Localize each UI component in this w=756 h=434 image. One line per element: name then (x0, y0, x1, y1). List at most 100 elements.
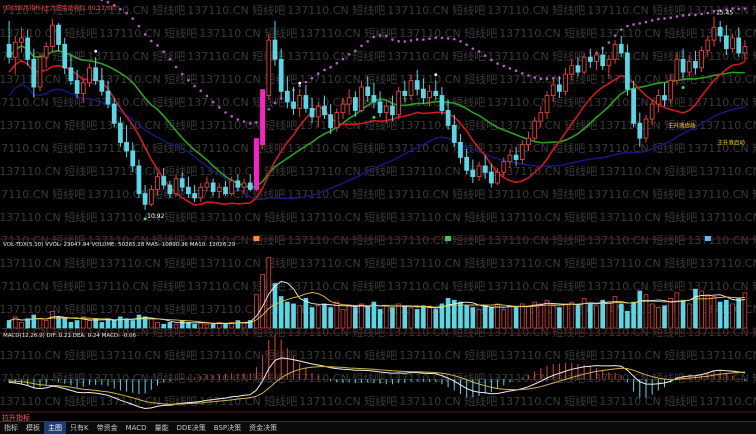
volume-bar (668, 297, 674, 329)
band-dot (100, 0, 104, 2)
candle-body (544, 95, 550, 114)
band-dot (347, 52, 351, 56)
volume-bar (340, 309, 346, 329)
band-dot (415, 38, 419, 41)
watermark-text: 137110.CN 短线吧 (187, 371, 285, 385)
macd-legend: MACD(12,26,9) DIF: 0.21 DEA: 0.24 MACD: … (3, 333, 136, 339)
band-dot (502, 64, 506, 68)
volume-bar (476, 309, 482, 329)
watermark-text: 137110.CN 短线吧 (287, 187, 385, 201)
band-dot (143, 33, 147, 36)
tab-2[interactable]: 主图 (44, 422, 66, 434)
volume-bar (223, 323, 228, 329)
band-dot (391, 38, 394, 41)
volume-bar (680, 299, 686, 329)
band-dot (459, 40, 462, 43)
volume-bar (643, 294, 649, 329)
candle-body (371, 95, 377, 103)
watermark-text: 137110.CN 短线吧 (487, 3, 585, 17)
candle-body (12, 41, 18, 58)
macd-histogram (8, 334, 746, 398)
band-dot (613, 34, 617, 37)
candle-body (377, 101, 383, 114)
candle-body (173, 178, 179, 195)
volume-bar (62, 318, 68, 329)
candle-body (408, 80, 414, 96)
watermark-text: 137110.CN 短线吧 (299, 210, 397, 224)
candle-body (105, 90, 111, 105)
volume-bar (631, 301, 636, 329)
band-dot (737, 7, 741, 11)
candle-body (198, 186, 204, 199)
watermark-text: 137110.CN 短线吧 (0, 26, 97, 40)
candle-body (266, 39, 272, 96)
band-dot (248, 122, 252, 125)
band-dot (619, 28, 623, 31)
candle-body (322, 105, 327, 116)
band-dot (440, 36, 444, 40)
band-dot (174, 65, 178, 69)
tab-0[interactable]: 指标 (0, 422, 22, 434)
tab-9[interactable]: 资金决策 (245, 422, 281, 434)
volume-bar (656, 307, 661, 329)
band-dot (162, 50, 165, 54)
watermark-text: 137110.CN 短线吧 (399, 256, 497, 270)
watermark-text: 137110.CN 短线吧 (387, 279, 485, 293)
candle-body (37, 56, 43, 88)
watermark-text: 137110.CN 短线吧 (399, 164, 497, 178)
candle-body (80, 82, 86, 94)
watermark-text: 137110.CN 短线吧 (587, 187, 685, 201)
candle-body (686, 60, 692, 73)
band-dot (477, 50, 481, 53)
watermark-text: 137110.CN 短线吧 (387, 187, 485, 201)
tab-3[interactable]: 只有K (66, 422, 93, 434)
volume-bar (19, 322, 24, 329)
tab-5[interactable]: MACD (122, 422, 151, 434)
high-price-label: 15.45 (716, 10, 733, 17)
candle-body (451, 124, 457, 143)
watermark-text: 137110.CN 短线吧 (287, 49, 385, 63)
watermark-text: 137110.CN 短线吧 (87, 279, 185, 293)
band-dot (632, 23, 635, 26)
candle-body (637, 122, 643, 139)
tab-8[interactable]: BSP决策 (210, 422, 245, 434)
volume-bar (674, 292, 680, 329)
volume-bar (210, 323, 216, 329)
watermark-text: 137110.CN 短线吧 (0, 279, 85, 293)
tab-1[interactable]: 模板 (22, 422, 44, 434)
volume-bar (37, 318, 43, 329)
volume-bar (519, 303, 525, 329)
volume-bar (303, 297, 309, 329)
candle-body (56, 24, 61, 45)
band-dot (304, 80, 308, 84)
tab-7[interactable]: DDE决策 (173, 422, 210, 434)
band-dot (224, 111, 227, 114)
watermark-text: 137110.CN 短线吧 (599, 164, 697, 178)
band-dot (409, 39, 413, 42)
watermark-text: 137110.CN 短线吧 (287, 3, 385, 17)
candle-body (557, 84, 562, 92)
candle-body (458, 142, 463, 158)
band-dot (267, 107, 271, 111)
tab-4[interactable]: 带资金 (93, 422, 122, 434)
candle-body (383, 105, 389, 114)
volume-bar (742, 292, 748, 329)
watermark-text: 137110.CN 短线吧 (487, 49, 585, 63)
tab-6[interactable]: 量能 (151, 422, 173, 434)
candle-body (303, 95, 309, 109)
watermark-text: 137110.CN 短线吧 (0, 141, 85, 155)
candle-body (507, 154, 513, 163)
volume-bar (297, 305, 303, 329)
watermark-text: 137110.CN 短线吧 (0, 210, 97, 224)
band-dot (663, 17, 666, 20)
green-marker (681, 85, 685, 89)
band-dot (644, 20, 648, 24)
volume-bar (396, 303, 401, 329)
candle-body (6, 43, 12, 58)
watermark-text: 137110.CN 短线吧 (0, 164, 97, 178)
band-dot (255, 121, 258, 124)
band-dot (657, 17, 660, 21)
volume-bar (161, 323, 166, 329)
watermark-text: 137110.CN 短线吧 (699, 164, 756, 178)
band-dot (335, 61, 339, 65)
